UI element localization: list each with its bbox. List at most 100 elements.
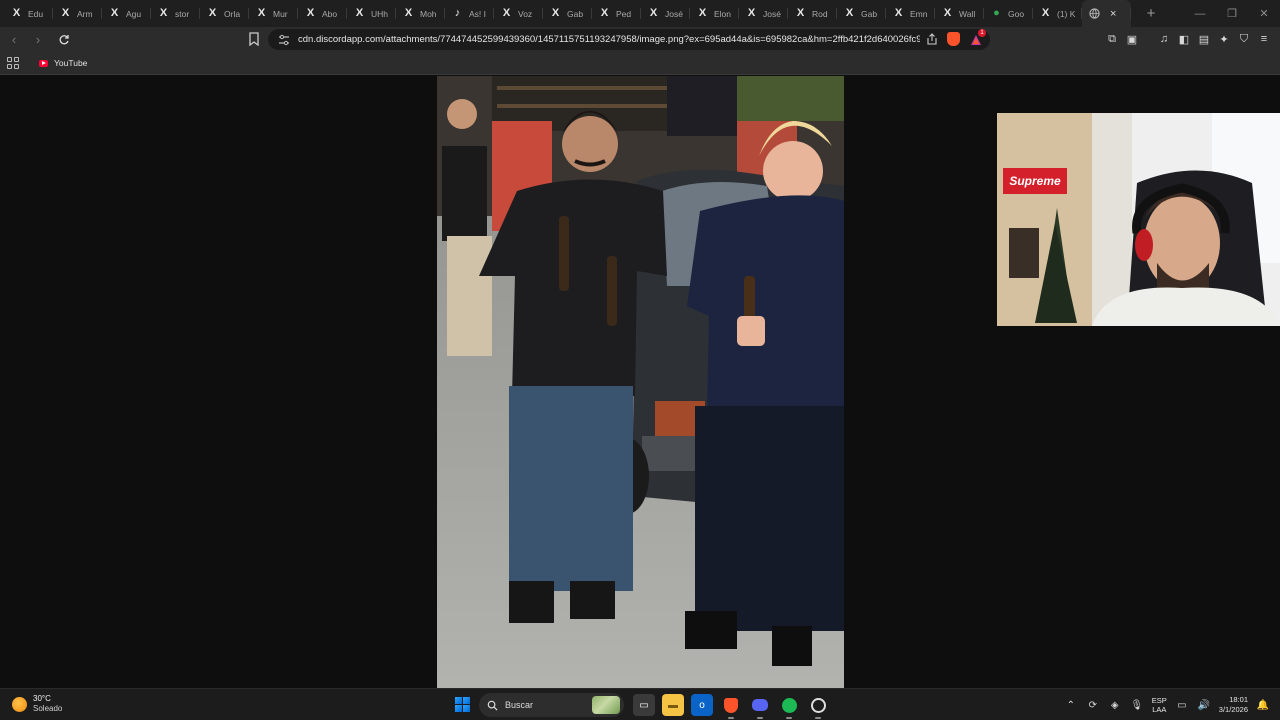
- x-logo-icon: X: [698, 7, 707, 19]
- supreme-sign: Supreme: [1003, 168, 1067, 194]
- outlook-icon[interactable]: o: [691, 694, 713, 716]
- new-tab-button[interactable]: +: [1141, 4, 1161, 24]
- vpn-icon[interactable]: ⛉: [1236, 31, 1252, 47]
- lang-bottom: LAA: [1152, 705, 1167, 714]
- tab-17[interactable]: X Gab: [837, 0, 886, 27]
- sidebar-icon[interactable]: ◧: [1176, 31, 1192, 47]
- tab-18[interactable]: X Emn: [886, 0, 935, 27]
- x-logo-icon: X: [159, 7, 168, 19]
- brave-browser-icon[interactable]: [720, 694, 742, 719]
- maximize-button[interactable]: ❐: [1216, 0, 1248, 27]
- microphone-icon[interactable]: 🎙: [1130, 698, 1144, 712]
- tab-14[interactable]: X Elon: [690, 0, 739, 27]
- tab-9[interactable]: ♪ As! I: [445, 0, 494, 27]
- clock-date: 3/1/2026: [1218, 705, 1248, 714]
- window-controls: — ❐ ✕: [1184, 0, 1280, 27]
- tab-12[interactable]: X Ped: [592, 0, 641, 27]
- leo-ai-icon[interactable]: ✦: [1216, 31, 1232, 47]
- tab-title: Arm: [77, 8, 93, 19]
- clock-time: 18:01: [1229, 695, 1248, 704]
- tab-2[interactable]: X Agu: [102, 0, 151, 27]
- weather-desc: Soleado: [33, 704, 63, 713]
- tab-title: Moh: [420, 8, 437, 19]
- system-tray: ⌃ ⟳ ◈ 🎙 ESP LAA ▭ 🔊 18:01 3/1/2026 🔔: [1064, 693, 1270, 717]
- tab-title: Gab: [861, 8, 878, 19]
- tab-title: Gab: [567, 8, 584, 19]
- discord-icon[interactable]: [749, 694, 771, 719]
- tab-6[interactable]: X Abo: [298, 0, 347, 27]
- bookmark-label: YouTube: [54, 58, 88, 68]
- network-icon[interactable]: ▭: [1175, 698, 1189, 712]
- tab-title: stor: [175, 8, 190, 19]
- menu-icon[interactable]: ≡: [1256, 31, 1272, 47]
- taskbar-search[interactable]: Buscar: [479, 693, 624, 717]
- tab-15[interactable]: X José: [739, 0, 788, 27]
- tab-13[interactable]: X José: [641, 0, 690, 27]
- search-icon: [487, 700, 498, 711]
- tab-19[interactable]: X Wall: [935, 0, 984, 27]
- x-logo-icon: X: [208, 7, 217, 19]
- wallet-icon[interactable]: ▤: [1196, 31, 1212, 47]
- bookmark-icon[interactable]: [246, 31, 262, 47]
- x-logo-icon: X: [306, 7, 315, 19]
- tab-8[interactable]: X Moh: [396, 0, 445, 27]
- tab-0[interactable]: X Edu: [4, 0, 53, 27]
- screen: X Edu X Arm X Agu Xstor X Orla X Mur X Abo X UHh X Moh ♪ A…: [0, 0, 1280, 720]
- tab-title: UHh: [371, 8, 389, 19]
- spotify-icon[interactable]: [778, 694, 800, 719]
- site-settings-icon[interactable]: [278, 34, 290, 46]
- tab-21[interactable]: X (1) K: [1033, 0, 1082, 27]
- nvidia-icon[interactable]: ◈: [1108, 698, 1122, 712]
- tab-10[interactable]: X Voz: [494, 0, 543, 27]
- sync-icon[interactable]: ⟳: [1086, 698, 1100, 712]
- url-text[interactable]: cdn.discordapp.com/attachments/774474452…: [298, 34, 920, 45]
- tab-4[interactable]: X Orla: [200, 0, 249, 27]
- tab-20[interactable]: ● Goo: [984, 0, 1033, 27]
- brave-rewards-icon[interactable]: 1: [970, 29, 986, 45]
- x-logo-icon: X: [61, 7, 70, 19]
- tab-title: José: [763, 8, 781, 19]
- reload-button[interactable]: [54, 30, 74, 50]
- language-indicator[interactable]: ESP LAA: [1152, 696, 1167, 714]
- file-explorer-icon[interactable]: ▬: [662, 694, 684, 716]
- clock[interactable]: 18:01 3/1/2026: [1219, 695, 1248, 715]
- forward-button[interactable]: ›: [28, 30, 48, 50]
- extensions-icon[interactable]: ⧉: [1104, 31, 1120, 47]
- webcam-feed: [997, 113, 1280, 326]
- share-icon[interactable]: [926, 33, 938, 45]
- obs-icon[interactable]: [807, 694, 829, 719]
- volume-icon[interactable]: 🔊: [1197, 698, 1211, 712]
- back-button[interactable]: ‹: [4, 30, 24, 50]
- task-view-icon[interactable]: ▭: [633, 694, 655, 716]
- tab-title: Agu: [126, 8, 142, 19]
- tab-16[interactable]: X Rod: [788, 0, 837, 27]
- screenshot-icon[interactable]: ▣: [1124, 31, 1140, 47]
- taskbar-apps: ▭ ▬ o: [633, 694, 829, 719]
- tab-5[interactable]: X Mur: [249, 0, 298, 27]
- tab-3[interactable]: Xstor: [151, 0, 200, 27]
- brave-shields-icon[interactable]: [947, 32, 960, 46]
- x-logo-icon: X: [355, 7, 364, 19]
- tray-overflow-icon[interactable]: ⌃: [1064, 698, 1078, 712]
- close-tab-button[interactable]: ×: [1110, 8, 1116, 20]
- minimize-button[interactable]: —: [1184, 0, 1216, 27]
- weather-widget[interactable]: 30°C Soleado: [12, 694, 62, 714]
- toolbar-extensions: ⧉ ▣ ♫ ◧ ▤ ✦ ⛉ ≡: [1104, 31, 1272, 47]
- media-icon[interactable]: ♫: [1156, 31, 1172, 47]
- tab-11[interactable]: X Gab: [543, 0, 592, 27]
- address-bar[interactable]: cdn.discordapp.com/attachments/774474452…: [268, 29, 990, 50]
- tab-1[interactable]: X Arm: [53, 0, 102, 27]
- viewed-image[interactable]: [437, 76, 844, 688]
- x-logo-icon: X: [600, 7, 609, 19]
- tab-title: Emn: [910, 8, 928, 19]
- close-window-button[interactable]: ✕: [1248, 0, 1280, 27]
- start-button[interactable]: [455, 697, 470, 712]
- tab-active[interactable]: ×: [1082, 0, 1131, 27]
- apps-grid-icon[interactable]: [7, 57, 19, 69]
- x-logo-icon: X: [12, 7, 21, 19]
- tab-strip: X Edu X Arm X Agu Xstor X Orla X Mur X Abo X UHh X Moh ♪ A…: [0, 0, 1280, 27]
- tab-title: José: [665, 8, 683, 19]
- notifications-icon[interactable]: 🔔: [1256, 698, 1270, 712]
- bookmark-youtube[interactable]: YouTube: [39, 58, 87, 68]
- tab-7[interactable]: X UHh: [347, 0, 396, 27]
